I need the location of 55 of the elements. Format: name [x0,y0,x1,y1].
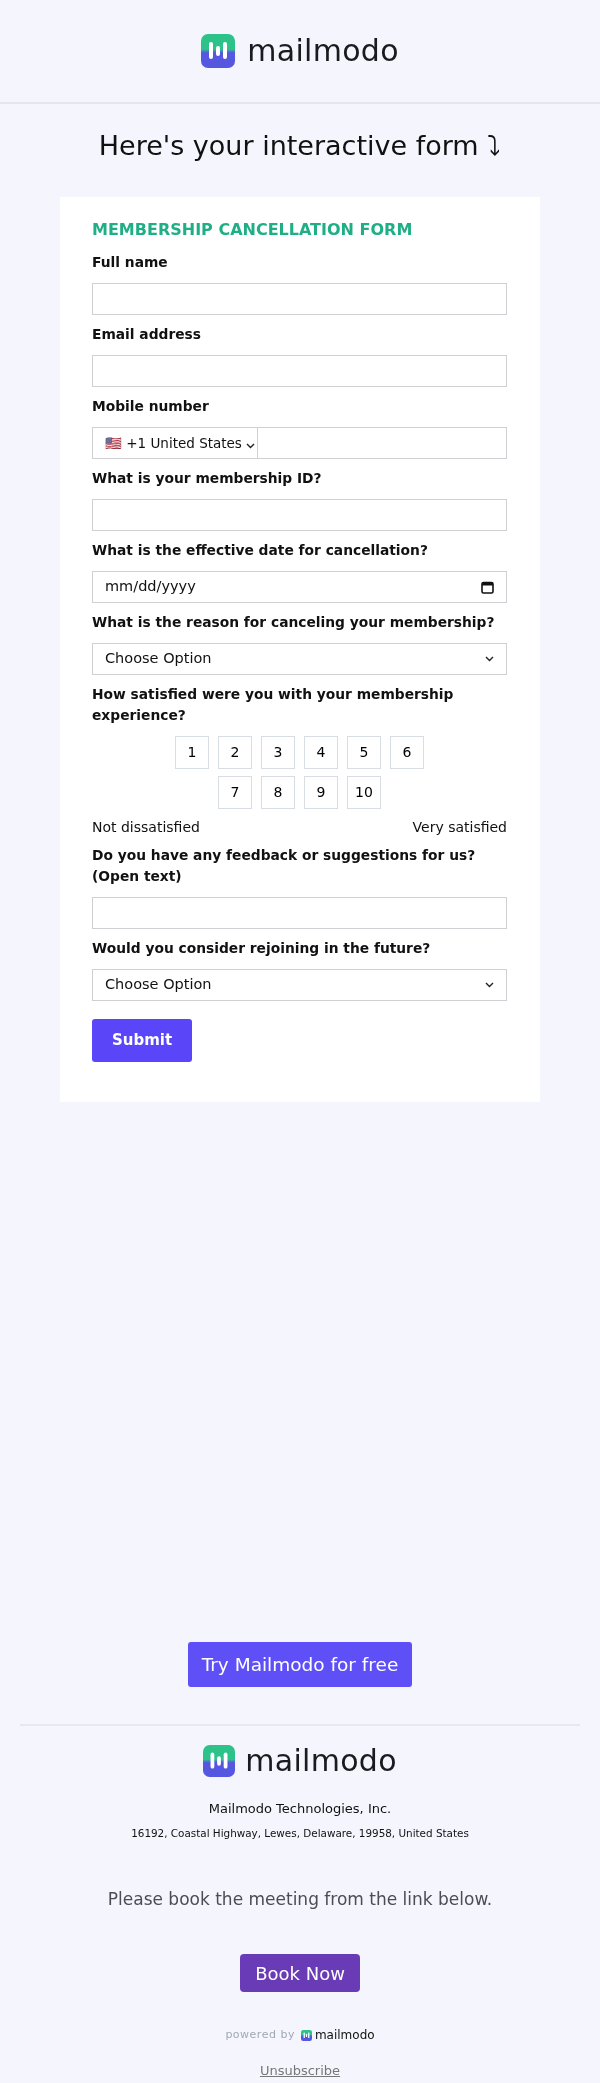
field-label: Full name [92,253,169,272]
calendar-icon[interactable] [481,580,494,594]
company-address: 16192, Coastal Highway, Lewes, Delaware, 19958, United States [130,1826,470,1840]
logo-text: mailmodo [247,34,399,68]
chevron-icon [485,656,494,662]
logo-icon [300,2029,312,2041]
select-value: Choose Option [105,975,212,995]
rating-option[interactable]: 7 [218,776,252,809]
rating-option[interactable]: 1 [175,736,209,769]
select-field[interactable]: Choose Option [92,643,507,675]
date-placeholder: mm/dd/yyyy [105,577,196,597]
field-label: What is the reason for canceling your membership? [92,613,496,632]
logo-icon [203,1745,236,1777]
unsubscribe-link[interactable]: Unsubscribe [259,2063,341,2078]
scale-high-label: Very satisfied [412,818,507,837]
country-code: 🇺🇸 +1 United States [105,433,242,453]
rating-option[interactable]: 9 [304,776,338,809]
rating-option[interactable]: 6 [390,736,424,769]
field-label: Mobile number [92,397,210,416]
rating-option[interactable]: 8 [261,776,295,809]
field-label: Do you have any feedback or suggestions for us? (Open text) [92,846,477,886]
date-field[interactable]: mm/dd/yyyy [92,571,507,603]
input-field[interactable] [92,897,507,929]
phone-field[interactable] [258,427,507,459]
logo-text: mailmodo [245,1744,397,1778]
rating-option[interactable]: 4 [304,736,338,769]
rating-option[interactable]: 5 [347,736,381,769]
rating-option[interactable]: 2 [218,736,252,769]
country-select[interactable]: 🇺🇸 +1 United States [92,427,258,459]
select-field[interactable]: Choose Option [92,969,507,1001]
field-label: What is the effective date for cancellation? [92,541,429,560]
chevron-icon [246,443,255,449]
cta-button[interactable]: Try Mailmodo for free [188,1642,412,1687]
input-field[interactable] [92,355,507,387]
page-title: Here's your interactive form ⤵ [97,129,503,163]
logo-text: mailmodo [314,2027,375,2044]
powered-logo-link[interactable]: mailmodo [300,2026,375,2044]
field-label: Would you consider rejoining in the future? [92,939,432,958]
field-label: How satisfied were you with your membership experience? [92,685,455,725]
powered-by-text: powered by [225,2026,295,2043]
chevron-icon [485,982,494,988]
scale-low-label: Not dissatisfied [92,818,200,837]
rating-option[interactable]: 10 [347,776,381,809]
form-heading: MEMBERSHIP CANCELLATION FORM [92,219,414,241]
select-value: Choose Option [105,649,212,669]
company-name: Mailmodo Technologies, Inc. [207,1800,393,1818]
input-field[interactable] [92,499,507,531]
logo-icon [201,34,236,68]
message-text: Please book the meeting from the link below. [106,1888,494,1910]
input-field[interactable] [92,283,507,315]
field-label: Email address [92,325,203,344]
book-button[interactable]: Book Now [240,1954,360,1992]
rating-option[interactable]: 3 [261,736,295,769]
submit-button[interactable]: Submit [92,1019,192,1062]
field-label: What is your membership ID? [92,469,323,488]
